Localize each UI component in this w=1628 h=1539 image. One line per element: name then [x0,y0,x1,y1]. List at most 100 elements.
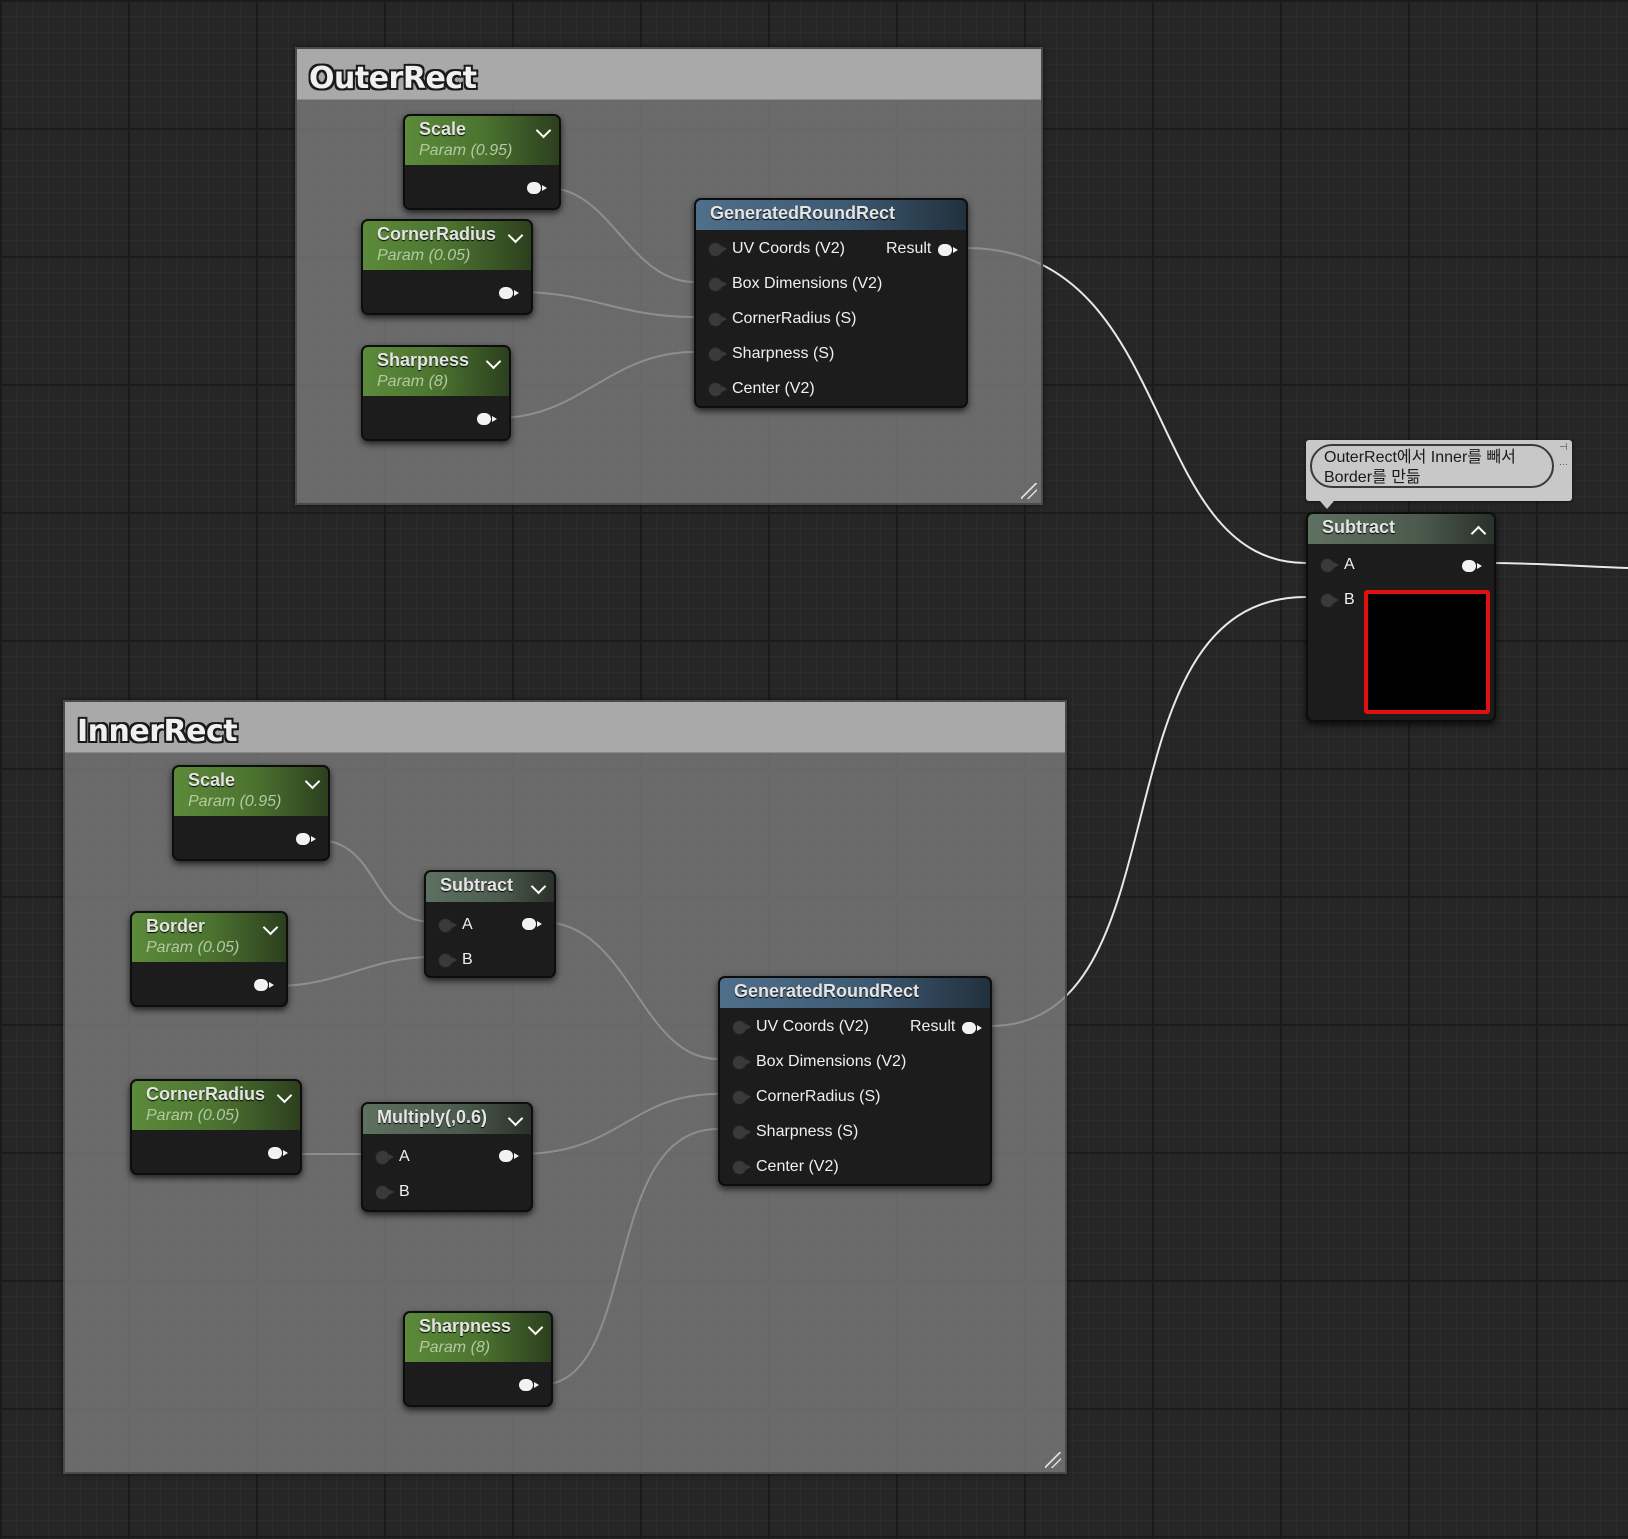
uv-coords-pin[interactable] [708,242,727,257]
node-title: CornerRadius [146,1084,266,1104]
input-pin-b[interactable] [1320,593,1339,608]
subtract-node[interactable]: Subtract A B [424,870,556,978]
node-comment-bubble[interactable]: OuterRect에서 Inner를 빼서 Border를 만듦 ⊣ ⋯ [1306,440,1572,509]
node-header[interactable]: GeneratedRoundRect [720,978,990,1008]
chevron-down-icon[interactable] [507,1110,524,1127]
pin-label: A [1344,556,1355,573]
comment-title: OuterRect [309,61,477,96]
node-subtitle: Param (0.05) [146,1107,240,1124]
node-title: Subtract [1322,517,1396,537]
sharpness-pin[interactable] [708,347,727,362]
sharpness-param-node[interactable]: Sharpness Param (8) [361,345,511,441]
node-header[interactable]: Scale Param (0.95) [174,767,328,816]
pin-label: CornerRadius (S) [732,310,857,327]
input-pin-b[interactable] [438,953,457,968]
node-title: Scale [188,770,236,790]
comment-bubble-frame: OuterRect에서 Inner를 빼서 Border를 만듦 [1310,444,1554,488]
cornerradius-pin[interactable] [708,312,727,327]
comment-title-bar[interactable]: InnerRect [65,702,1065,753]
comment-title-bar[interactable]: OuterRect [297,49,1041,100]
border-param-node[interactable]: Border Param (0.05) [130,911,288,1007]
pin-comment-icon[interactable]: ⊣ [1559,443,1569,453]
resize-handle-icon[interactable] [1045,1452,1061,1468]
sharpness-pin[interactable] [732,1125,751,1140]
output-pin[interactable] [1462,560,1482,572]
chevron-down-icon[interactable] [527,1319,544,1336]
comment-text-line2: Border를 만듦 [1324,469,1421,486]
output-pin[interactable] [296,833,316,845]
cornerradius-param-node[interactable]: CornerRadius Param (0.05) [361,219,533,315]
node-subtitle: Param (8) [419,1339,491,1356]
output-pin[interactable] [519,1379,539,1391]
uv-coords-pin[interactable] [732,1020,751,1035]
sharpness-param-node[interactable]: Sharpness Param (8) [403,1311,553,1407]
node-header[interactable]: Scale Param (0.95) [405,116,559,165]
box-dimensions-pin[interactable] [708,277,727,292]
result-output-pin[interactable] [962,1022,982,1034]
box-dimensions-pin[interactable] [732,1055,751,1070]
node-header[interactable]: Border Param (0.05) [132,913,286,962]
comment-title: InnerRect [77,714,238,749]
node-header[interactable]: Subtract [426,872,554,902]
material-graph-canvas[interactable]: OuterRect InnerRect Scale Param (0.95) C… [0,0,1628,1539]
output-pin[interactable] [499,287,519,299]
input-pin-b[interactable] [375,1185,394,1200]
scale-param-node[interactable]: Scale Param (0.95) [172,765,330,861]
chevron-down-icon[interactable] [262,919,279,936]
result-output-pin[interactable] [938,244,958,256]
node-title: GeneratedRoundRect [734,981,920,1001]
chevron-down-icon[interactable] [535,122,552,139]
cornerradius-pin[interactable] [732,1090,751,1105]
generated-round-rect-node[interactable]: GeneratedRoundRect UV Coords (V2) Box Di… [718,976,992,1186]
pin-label: UV Coords (V2) [732,240,845,257]
node-header[interactable]: Sharpness Param (8) [405,1313,551,1362]
node-header[interactable]: Sharpness Param (8) [363,347,509,396]
node-title: Multiply(,0.6) [377,1107,488,1127]
cornerradius-param-node[interactable]: CornerRadius Param (0.05) [130,1079,302,1175]
output-pin[interactable] [522,918,542,930]
chevron-down-icon[interactable] [276,1087,293,1104]
node-header[interactable]: CornerRadius Param (0.05) [132,1081,300,1130]
output-pin[interactable] [268,1147,288,1159]
node-header[interactable]: Multiply(,0.6) [363,1104,531,1134]
node-title: Border [146,916,206,936]
output-pin[interactable] [254,979,274,991]
pin-label: B [1344,591,1355,608]
node-title: CornerRadius [377,224,497,244]
chevron-down-icon[interactable] [507,227,524,244]
chevron-down-icon[interactable] [485,353,502,370]
pin-label: Sharpness (S) [732,345,835,362]
pin-label: A [399,1148,410,1165]
subtract-node-final[interactable]: Subtract A B [1306,512,1496,722]
scale-param-node[interactable]: Scale Param (0.95) [403,114,561,210]
generated-round-rect-node[interactable]: GeneratedRoundRect UV Coords (V2) Box Di… [694,198,968,408]
pin-label: A [462,916,473,933]
pin-label: CornerRadius (S) [756,1088,881,1105]
node-subtitle: Param (0.95) [188,793,282,810]
center-pin[interactable] [708,382,727,397]
pin-label: Sharpness (S) [756,1123,859,1140]
node-header[interactable]: Subtract [1308,514,1494,544]
center-pin[interactable] [732,1160,751,1175]
pin-label: B [399,1183,410,1200]
input-pin-a[interactable] [375,1150,394,1165]
node-header[interactable]: CornerRadius Param (0.05) [363,221,531,270]
wire-subtract-output [1487,562,1628,569]
output-pin[interactable] [499,1150,519,1162]
pin-label: Center (V2) [732,380,815,397]
node-header[interactable]: GeneratedRoundRect [696,200,966,230]
chevron-up-icon[interactable] [1470,525,1487,542]
node-subtitle: Param (0.05) [377,247,471,264]
pin-label: B [462,951,473,968]
chevron-down-icon[interactable] [304,773,321,790]
node-title: Scale [419,119,467,139]
input-pin-a[interactable] [438,918,457,933]
multiply-node[interactable]: Multiply(,0.6) A B [361,1102,533,1212]
more-options-icon[interactable]: ⋯ [1559,460,1569,469]
resize-handle-icon[interactable] [1021,483,1037,499]
output-pin[interactable] [477,413,497,425]
output-pin[interactable] [527,182,547,194]
input-pin-a[interactable] [1320,558,1339,573]
chevron-down-icon[interactable] [530,878,547,895]
node-preview-thumbnail [1364,590,1490,714]
